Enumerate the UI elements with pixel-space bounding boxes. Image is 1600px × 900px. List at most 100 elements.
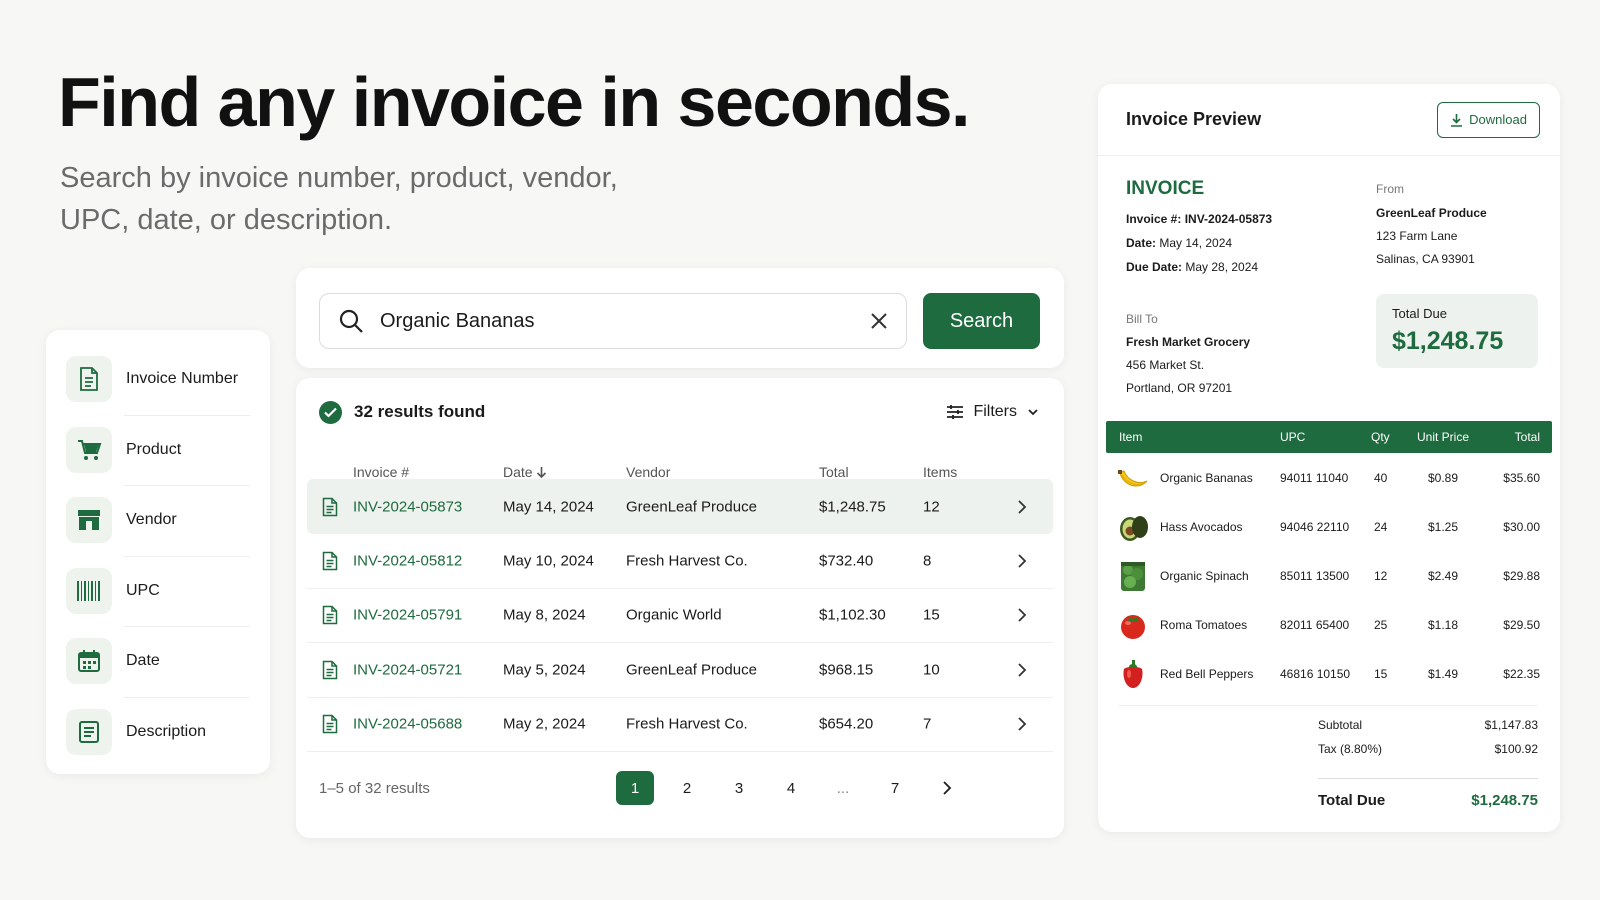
- line-item-unit-price: $1.25: [1428, 520, 1459, 534]
- cart-icon: [66, 426, 112, 473]
- invoice-date-label: Date:: [1126, 236, 1157, 250]
- bill-to-name: Fresh Market Grocery: [1126, 335, 1251, 349]
- row-items: 15: [923, 606, 940, 624]
- divider: [1118, 705, 1538, 706]
- sidebar-item-date[interactable]: Date: [66, 626, 250, 697]
- invoice-date-line: Date: May 14, 2024: [1126, 236, 1232, 250]
- row-vendor: Fresh Harvest Co.: [626, 552, 748, 569]
- column-header-items[interactable]: Items: [923, 464, 957, 480]
- document-icon: [322, 660, 338, 679]
- column-header-invoice[interactable]: Invoice #: [353, 464, 409, 480]
- bill-to-city: Portland, OR 97201: [1126, 381, 1233, 395]
- row-total: $654.20: [819, 715, 874, 733]
- invoice-number-link[interactable]: INV-2024-05721: [353, 661, 462, 678]
- line-item-name: Organic Spinach: [1160, 569, 1249, 583]
- sidebar-item-product[interactable]: Product: [66, 414, 250, 486]
- table-row[interactable]: INV-2024-05812 May 10, 2024 Fresh Harvest …: [307, 534, 1053, 589]
- table-row[interactable]: INV-2024-05688 May 2, 2024 Fresh Harvest C…: [307, 697, 1053, 752]
- row-date: May 10, 2024: [503, 552, 594, 569]
- invoice-number-link[interactable]: INV-2024-05688: [353, 716, 462, 733]
- bill-to-label: Bill To: [1126, 312, 1158, 326]
- table-row[interactable]: INV-2024-05873 May 14, 2024 GreenLeaf Prod…: [307, 479, 1053, 534]
- chevron-right-icon[interactable]: [1017, 499, 1027, 514]
- results-header: 32 results found Filters: [319, 392, 1040, 432]
- page-button[interactable]: 4: [772, 771, 810, 805]
- line-item-unit-price: $1.18: [1428, 618, 1459, 632]
- banana-icon: [1116, 461, 1150, 495]
- sidebar-item-label: Description: [126, 722, 207, 740]
- page-button[interactable]: 7: [876, 771, 914, 805]
- column-header-date[interactable]: Date: [503, 464, 547, 480]
- column-header-total[interactable]: Total: [819, 464, 849, 480]
- invoice-number-link[interactable]: INV-2024-05873: [353, 498, 462, 515]
- page-title: Find any invoice in seconds.: [58, 63, 971, 141]
- line-item-qty: 40: [1374, 471, 1388, 485]
- invoice-due-line: Due Date: May 28, 2024: [1126, 260, 1258, 274]
- sidebar-item-label: Invoice Number: [126, 370, 239, 388]
- line-item-total: $22.35: [1503, 667, 1540, 681]
- grand-total-value: $1,248.75: [1471, 792, 1538, 809]
- sidebar-item-vendor[interactable]: Vendor: [66, 485, 250, 556]
- page-numbers: 1 2 3 4... 7: [616, 770, 980, 806]
- row-vendor: GreenLeaf Produce: [626, 661, 757, 678]
- download-button[interactable]: Download: [1437, 101, 1540, 138]
- column-header-date-label: Date: [503, 464, 533, 480]
- chevron-right-icon[interactable]: [1017, 662, 1027, 677]
- row-vendor: Organic World: [626, 606, 722, 624]
- barcode-icon: [66, 567, 112, 614]
- search-button[interactable]: Search: [923, 293, 1040, 349]
- sidebar-item-label: Vendor: [126, 511, 177, 529]
- line-item-row: Hass Avocados 94046 22110 24 $1.25 $30.00: [1106, 502, 1552, 552]
- arrow-down-icon: [537, 467, 547, 479]
- page-button[interactable]: 2: [668, 771, 706, 805]
- chevron-right-icon[interactable]: [1017, 553, 1027, 568]
- row-total: $1,102.30: [819, 606, 886, 624]
- chevron-right-icon[interactable]: [1017, 717, 1027, 731]
- line-item-total: $35.60: [1503, 471, 1540, 485]
- sidebar-item-label: UPC: [126, 581, 160, 599]
- page-button[interactable]: 3: [720, 771, 758, 805]
- close-icon[interactable]: [870, 312, 888, 330]
- preview-header: Invoice Preview Download: [1098, 84, 1560, 156]
- invoice-number-link[interactable]: INV-2024-05812: [353, 552, 462, 569]
- sidebar-item-description[interactable]: Description: [66, 696, 250, 768]
- line-item-row: Organic Bananas 94011 11040 40 $0.89 $35.60: [1106, 453, 1552, 503]
- tax-label: Tax (8.80%): [1318, 742, 1383, 756]
- column-header-vendor[interactable]: Vendor: [626, 464, 670, 480]
- row-date: May 14, 2024: [503, 498, 594, 515]
- line-items-col-item: Item: [1119, 430, 1143, 444]
- document-icon: [66, 356, 112, 403]
- chevron-right-icon[interactable]: [1017, 608, 1027, 622]
- line-item-unit-price: $1.49: [1428, 667, 1459, 681]
- table-row[interactable]: INV-2024-05791 May 8, 2024 Organic World $1…: [307, 588, 1053, 643]
- pagination: 1–5 of 32 results 1 2 3 4... 7: [319, 770, 1040, 806]
- search-input-value[interactable]: Organic Bananas: [380, 310, 870, 333]
- pagination-info: 1–5 of 32 results: [319, 779, 430, 797]
- divider: [1318, 778, 1538, 779]
- invoice-number-link[interactable]: INV-2024-05791: [353, 607, 462, 624]
- sidebar-item-invoice-number[interactable]: Invoice Number: [66, 344, 250, 415]
- line-item-row: Organic Spinach 85011 13500 12 $2.49 $29.88: [1106, 551, 1552, 601]
- invoice-due-value: May 28, 2024: [1185, 260, 1259, 274]
- search-card: Organic Bananas Search: [296, 268, 1064, 368]
- next-page-button[interactable]: [928, 771, 966, 805]
- search-input[interactable]: Organic Bananas: [319, 293, 907, 349]
- preview-title: Invoice Preview: [1126, 109, 1262, 129]
- filters-button[interactable]: Filters: [946, 403, 1040, 421]
- sidebar-item-upc[interactable]: UPC: [66, 555, 250, 627]
- invoice-due-label: Due Date:: [1126, 260, 1183, 274]
- line-item-name: Hass Avocados: [1160, 520, 1243, 534]
- from-street: 123 Farm Lane: [1376, 229, 1458, 243]
- invoice-number-label: Invoice #:: [1126, 212, 1182, 226]
- row-items: 8: [923, 552, 932, 569]
- download-icon: [1451, 113, 1463, 127]
- line-item-qty: 15: [1374, 667, 1388, 681]
- invoice-preview-panel: Invoice Preview Download INVOICE Invoice…: [1098, 84, 1560, 832]
- document-icon: [322, 714, 338, 734]
- table-row[interactable]: INV-2024-05721 May 5, 2024 GreenLeaf Produ…: [307, 643, 1053, 698]
- page-button[interactable]: 1: [616, 771, 654, 805]
- download-label: Download: [1469, 112, 1527, 127]
- line-item-name: Red Bell Peppers: [1160, 667, 1254, 681]
- row-items: 12: [923, 498, 940, 515]
- row-date: May 5, 2024: [503, 661, 586, 678]
